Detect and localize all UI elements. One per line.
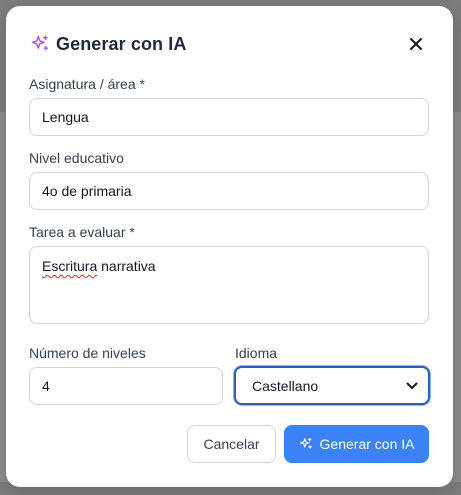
subject-label: Asignatura / área * [29, 76, 145, 92]
generate-label: Generar con IA [319, 436, 415, 452]
sparkles-icon [30, 34, 50, 54]
language-selected: Castellano [252, 377, 319, 394]
chevron-down-icon [406, 382, 418, 389]
level-label: Nivel educativo [29, 150, 124, 166]
num-levels-value: 4 [42, 378, 50, 394]
subject-input[interactable]: Lengua [29, 98, 429, 136]
num-levels-label: Número de niveles [29, 345, 146, 361]
close-icon [410, 38, 422, 50]
num-levels-input[interactable]: 4 [29, 367, 223, 405]
language-label: Idioma [235, 345, 278, 361]
dialog-header: Generar con IA [30, 33, 430, 55]
sparkles-icon [299, 437, 313, 451]
cancel-button[interactable]: Cancelar [187, 425, 276, 463]
task-textarea[interactable]: Escritura narrativa [29, 246, 429, 324]
generate-ai-dialog: Generar con IA Asignatura / área * Lengu… [6, 6, 453, 487]
level-value: 4o de primaria [42, 183, 132, 199]
subject-value: Lengua [42, 109, 89, 125]
language-select[interactable]: Castellano [234, 366, 430, 405]
cancel-label: Cancelar [203, 436, 260, 452]
close-button[interactable] [406, 34, 426, 54]
task-value: Escritura narrativa [42, 258, 156, 274]
task-label: Tarea a evaluar * [29, 224, 135, 240]
generate-button[interactable]: Generar con IA [284, 425, 429, 463]
dialog-title: Generar con IA [56, 33, 187, 54]
level-input[interactable]: 4o de primaria [29, 172, 429, 210]
